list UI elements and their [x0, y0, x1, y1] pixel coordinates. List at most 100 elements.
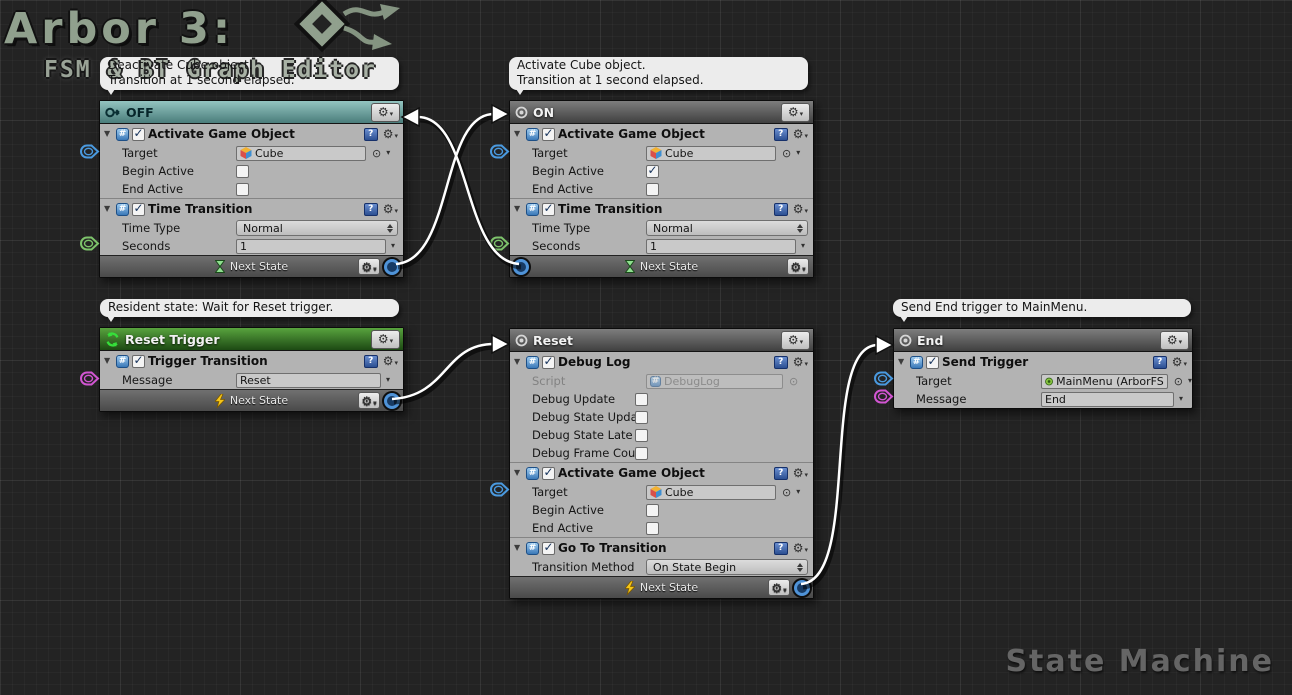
help-icon[interactable]: ? — [364, 128, 378, 141]
behavior-settings-button[interactable]: ⚙▾ — [383, 203, 398, 215]
target-object-field[interactable]: Cube — [646, 485, 776, 500]
object-picker-icon[interactable]: ⊙ — [782, 148, 791, 159]
help-icon[interactable]: ? — [774, 356, 788, 369]
end-active-checkbox[interactable] — [646, 522, 659, 535]
debug-state-late-update-checkbox[interactable] — [635, 429, 648, 442]
debug-frame-count-checkbox[interactable] — [635, 447, 648, 460]
behavior-settings-button[interactable]: ⚙▾ — [793, 467, 808, 479]
transition-settings-button[interactable]: ⚙▾ — [768, 579, 790, 596]
time-type-dropdown[interactable]: Normal — [646, 220, 808, 236]
state-settings-button[interactable]: ⚙▾ — [371, 103, 400, 122]
message-input[interactable]: End — [1041, 392, 1174, 407]
behavior-settings-button[interactable]: ⚙▾ — [383, 128, 398, 140]
behavior-settings-button[interactable]: ⚙▾ — [793, 128, 808, 140]
input-slot-gameobject[interactable] — [489, 144, 510, 159]
behavior-settings-button[interactable]: ⚙▾ — [383, 355, 398, 367]
fold-arrow-icon[interactable]: ▼ — [514, 469, 523, 477]
transition-arrowhead[interactable] — [402, 108, 419, 126]
comment-bubble-end[interactable]: Send End trigger to MainMenu. — [893, 299, 1191, 317]
behavior-enabled-checkbox[interactable]: ✓ — [132, 203, 145, 216]
object-picker-icon[interactable]: ⊙ — [1174, 376, 1183, 387]
state-header-end[interactable]: End ⚙▾ — [894, 329, 1192, 352]
behavior-enabled-checkbox[interactable]: ✓ — [132, 355, 145, 368]
help-icon[interactable]: ? — [774, 467, 788, 480]
behavior-settings-button[interactable]: ⚙▾ — [793, 203, 808, 215]
help-icon[interactable]: ? — [364, 203, 378, 216]
state-header-reset-trigger[interactable]: Reset Trigger ⚙▾ — [100, 328, 403, 351]
target-object-field[interactable]: Cube — [646, 146, 776, 161]
target-object-field[interactable]: MainMenu (ArborFS — [1041, 374, 1168, 389]
behavior-enabled-checkbox[interactable]: ✓ — [542, 203, 555, 216]
fold-arrow-icon[interactable]: ▼ — [514, 544, 523, 552]
behavior-enabled-checkbox[interactable]: ✓ — [542, 542, 555, 555]
seconds-input[interactable]: 1 — [646, 239, 796, 254]
behavior-enabled-checkbox[interactable]: ✓ — [926, 356, 939, 369]
message-input[interactable]: Reset — [236, 373, 381, 388]
behavior-enabled-checkbox[interactable]: ✓ — [542, 467, 555, 480]
seconds-input[interactable]: 1 — [236, 239, 386, 254]
input-slot-gameobject[interactable] — [79, 144, 100, 159]
fold-arrow-icon[interactable]: ▼ — [104, 130, 113, 138]
transition-wire[interactable] — [396, 114, 494, 264]
state-header-off[interactable]: OFF ⚙▾ — [100, 101, 403, 124]
behavior-settings-button[interactable]: ⚙▾ — [793, 356, 808, 368]
input-slot-gameobject[interactable] — [489, 482, 510, 497]
debug-update-checkbox[interactable] — [635, 393, 648, 406]
comment-bubble-off[interactable]: Deactivate Cube object. Transition at 1 … — [100, 57, 399, 90]
fold-arrow-icon[interactable]: ▼ — [514, 130, 523, 138]
state-header-reset[interactable]: Reset ⚙▾ — [510, 329, 813, 352]
begin-active-checkbox[interactable]: ✓ — [646, 165, 659, 178]
behavior-enabled-checkbox[interactable]: ✓ — [542, 128, 555, 141]
transition-settings-button[interactable]: ⚙▾ — [358, 258, 380, 275]
time-type-dropdown[interactable]: Normal — [236, 220, 398, 236]
transition-method-dropdown[interactable]: On State Begin — [646, 559, 808, 575]
behavior-settings-button[interactable]: ⚙▾ — [793, 542, 808, 554]
transition-arrowhead[interactable] — [876, 336, 893, 354]
fold-arrow-icon[interactable]: ▼ — [104, 357, 113, 365]
state-header-on[interactable]: ON ⚙▾ — [510, 101, 813, 124]
output-port[interactable] — [384, 393, 400, 409]
help-icon[interactable]: ? — [774, 542, 788, 555]
object-picker-icon[interactable]: ⊙ — [782, 487, 791, 498]
input-slot-string[interactable] — [79, 371, 100, 386]
behavior-enabled-checkbox[interactable]: ✓ — [542, 356, 555, 369]
object-picker-icon[interactable]: ⊙ — [372, 148, 381, 159]
comment-bubble-reset-trigger[interactable]: Resident state: Wait for Reset trigger. — [100, 299, 399, 317]
help-icon[interactable]: ? — [774, 203, 788, 216]
data-slot-dropdown-icon[interactable]: ▾ — [391, 242, 395, 250]
state-settings-button[interactable]: ⚙▾ — [1160, 331, 1189, 350]
debug-state-update-checkbox[interactable] — [635, 411, 648, 424]
transition-arrowhead[interactable] — [492, 335, 509, 353]
data-slot-dropdown-icon[interactable]: ▾ — [796, 488, 800, 496]
data-slot-dropdown-icon[interactable]: ▾ — [801, 242, 805, 250]
state-settings-button[interactable]: ⚙▾ — [781, 331, 810, 350]
output-port[interactable] — [794, 580, 810, 596]
fold-arrow-icon[interactable]: ▼ — [514, 205, 523, 213]
comment-bubble-on[interactable]: Activate Cube object. Transition at 1 se… — [509, 57, 808, 90]
output-port[interactable] — [513, 259, 529, 275]
input-slot-gameobject[interactable] — [873, 371, 894, 386]
output-port[interactable] — [384, 259, 400, 275]
begin-active-checkbox[interactable] — [236, 165, 249, 178]
behavior-settings-button[interactable]: ⚙▾ — [1172, 356, 1187, 368]
data-slot-dropdown-icon[interactable]: ▾ — [1188, 377, 1192, 385]
fold-arrow-icon[interactable]: ▼ — [514, 358, 523, 366]
data-slot-dropdown-icon[interactable]: ▾ — [386, 376, 390, 384]
input-slot-string[interactable] — [873, 389, 894, 404]
data-slot-dropdown-icon[interactable]: ▾ — [386, 149, 390, 157]
state-settings-button[interactable]: ⚙▾ — [371, 330, 400, 349]
end-active-checkbox[interactable] — [236, 183, 249, 196]
transition-settings-button[interactable]: ⚙▾ — [787, 258, 809, 275]
end-active-checkbox[interactable] — [646, 183, 659, 196]
help-icon[interactable]: ? — [1153, 356, 1167, 369]
input-slot-float[interactable] — [489, 236, 510, 251]
fold-arrow-icon[interactable]: ▼ — [104, 205, 113, 213]
transition-settings-button[interactable]: ⚙▾ — [358, 392, 380, 409]
transition-arrowhead[interactable] — [492, 105, 509, 123]
transition-wire[interactable] — [392, 344, 494, 399]
data-slot-dropdown-icon[interactable]: ▾ — [796, 149, 800, 157]
begin-active-checkbox[interactable] — [646, 504, 659, 517]
help-icon[interactable]: ? — [774, 128, 788, 141]
fold-arrow-icon[interactable]: ▼ — [898, 358, 907, 366]
state-settings-button[interactable]: ⚙▾ — [781, 103, 810, 122]
